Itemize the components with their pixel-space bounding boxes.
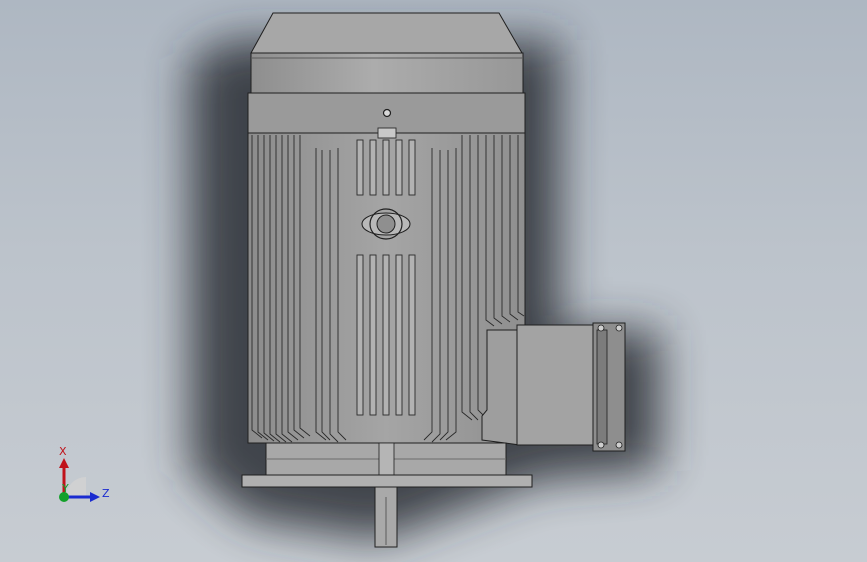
y-axis-label: Y — [61, 482, 69, 495]
bolt-icon — [597, 441, 605, 449]
end-shield[interactable] — [247, 92, 526, 134]
bolt-icon — [615, 441, 623, 449]
z-axis-arrowhead-icon — [90, 492, 100, 502]
motor-model-view[interactable]: X Z Y — [0, 0, 867, 562]
x-axis-label: X — [59, 445, 67, 458]
motor-shaft[interactable] — [374, 486, 398, 548]
bolt-icon — [615, 324, 623, 332]
screw-hole-icon — [382, 108, 392, 118]
mounting-flange[interactable] — [241, 442, 533, 488]
x-axis-arrowhead-icon — [59, 458, 69, 468]
terminal-box[interactable] — [481, 322, 626, 452]
fan-cover[interactable] — [250, 12, 524, 94]
z-axis-label: Z — [102, 487, 110, 500]
graphics-viewport[interactable]: X Z Y — [0, 0, 867, 562]
coordinate-triad: X Z Y — [59, 445, 110, 502]
bolt-icon — [597, 324, 605, 332]
